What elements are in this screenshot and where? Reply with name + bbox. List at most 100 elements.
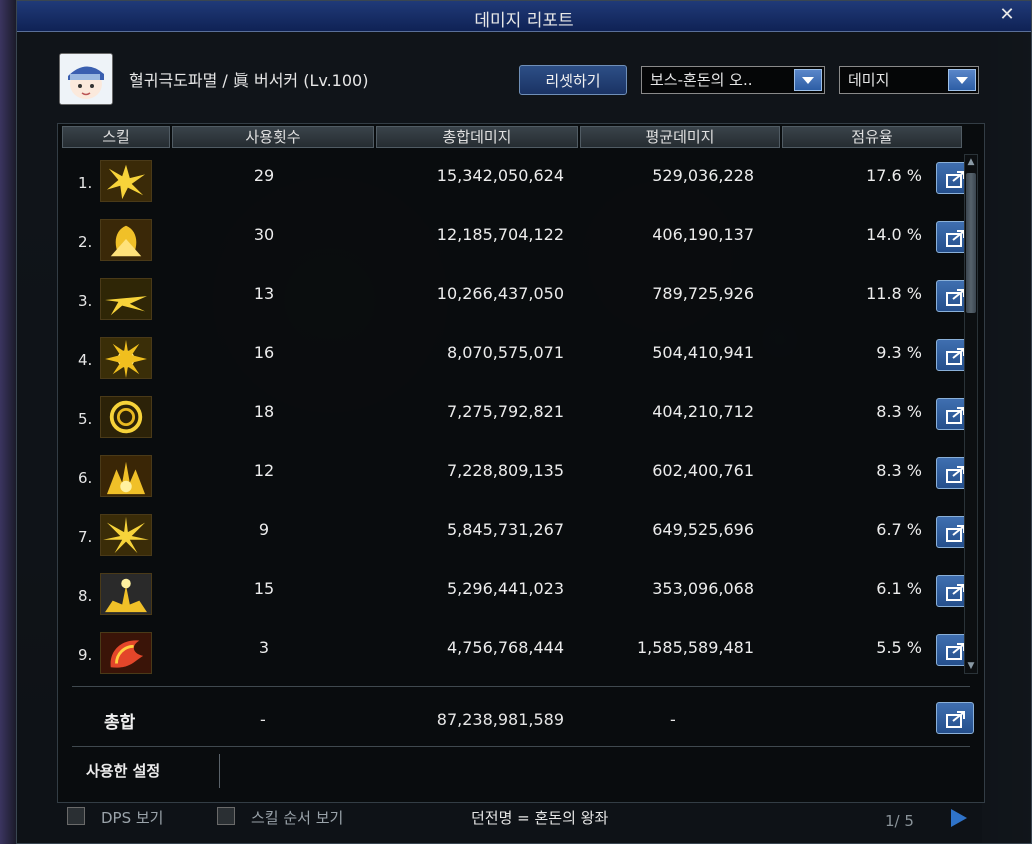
title-bar[interactable]: 데미지 리포트 ✕ bbox=[17, 1, 1031, 32]
chevron-down-icon[interactable] bbox=[948, 69, 976, 91]
row-total-damage: 5,845,731,267 bbox=[446, 520, 564, 539]
scroll-up-icon[interactable]: ▲ bbox=[965, 155, 977, 169]
row-avg-damage: 504,410,941 bbox=[652, 343, 754, 362]
row-index: 4. bbox=[78, 351, 93, 369]
row-share-percent: 11.8 % bbox=[866, 284, 922, 303]
row-avg-damage: 404,210,712 bbox=[652, 402, 754, 421]
row-avg-damage: 353,096,068 bbox=[652, 579, 754, 598]
table-row: 5. 18 7,275,792,821 404,210,712 8.3 % bbox=[58, 388, 974, 446]
row-uses: 30 bbox=[253, 225, 275, 244]
row-index: 1. bbox=[78, 174, 93, 192]
chevron-down-icon[interactable] bbox=[794, 69, 822, 91]
row-avg-damage: 529,036,228 bbox=[652, 166, 754, 185]
summary-avg-damage: - bbox=[670, 710, 676, 729]
damage-table: 스킬 사용횟수 총합데미지 평균데미지 점유율 1. 29 15,342,050,6… bbox=[57, 123, 985, 803]
skill-icon bbox=[100, 160, 152, 202]
share-icon bbox=[946, 711, 965, 728]
table-row: 3. 13 10,266,437,050 789,725,926 11.8 % bbox=[58, 270, 974, 328]
table-row: 1. 29 15,342,050,624 529,036,228 17.6 % bbox=[58, 152, 974, 210]
background-edge-left bbox=[0, 0, 16, 844]
row-total-damage: 7,275,792,821 bbox=[446, 402, 564, 421]
character-name-class: 혈귀극도파멸 / 眞 버서커 (Lv.100) bbox=[129, 71, 369, 90]
used-setting-tab[interactable]: 사용한 설정 bbox=[72, 754, 220, 788]
boss-select[interactable]: 보스-혼돈의 오.. bbox=[641, 66, 825, 94]
damage-report-window: 데미지 리포트 ✕ 혈귀극도파멸 / 眞 버서커 (Lv.100) 리셋하기 보… bbox=[16, 0, 1032, 844]
scroll-down-icon[interactable]: ▼ bbox=[965, 659, 977, 673]
row-total-damage: 7,228,809,135 bbox=[446, 461, 564, 480]
row-avg-damage: 789,725,926 bbox=[652, 284, 754, 303]
row-uses: 18 bbox=[253, 402, 275, 421]
window-title: 데미지 리포트 bbox=[474, 11, 574, 31]
row-total-damage: 10,266,437,050 bbox=[436, 284, 564, 303]
skill-icon bbox=[100, 219, 152, 261]
row-uses: 29 bbox=[253, 166, 275, 185]
row-index: 8. bbox=[78, 587, 93, 605]
row-share-percent: 14.0 % bbox=[866, 225, 922, 244]
row-uses: 9 bbox=[258, 520, 270, 539]
skill-icon bbox=[100, 455, 152, 497]
row-share-percent: 17.6 % bbox=[866, 166, 922, 185]
row-index: 5. bbox=[78, 410, 93, 428]
settings-divider bbox=[72, 746, 970, 747]
table-row: 6. 12 7,228,809,135 602,400,761 8.3 % bbox=[58, 447, 974, 505]
row-uses: 13 bbox=[253, 284, 275, 303]
row-share-percent: 6.7 % bbox=[876, 520, 922, 539]
metric-select-value: 데미지 bbox=[848, 71, 890, 89]
boss-select-value: 보스-혼돈의 오.. bbox=[650, 71, 753, 89]
header-uses: 사용횟수 bbox=[172, 126, 374, 148]
metric-select[interactable]: 데미지 bbox=[839, 66, 979, 94]
skill-icon bbox=[100, 337, 152, 379]
row-total-damage: 4,756,768,444 bbox=[446, 638, 564, 657]
row-total-damage: 5,296,441,023 bbox=[446, 579, 564, 598]
row-avg-damage: 406,190,137 bbox=[652, 225, 754, 244]
dps-checkbox[interactable] bbox=[67, 807, 85, 825]
row-uses: 16 bbox=[253, 343, 275, 362]
close-icon[interactable]: ✕ bbox=[997, 5, 1017, 25]
row-avg-damage: 602,400,761 bbox=[652, 461, 754, 480]
header-total-damage: 총합데미지 bbox=[376, 126, 578, 148]
row-share-percent: 8.3 % bbox=[876, 402, 922, 421]
dungeon-name: 던전명 = 혼돈의 왕좌 bbox=[471, 809, 609, 827]
skill-order-checkbox-label: 스킬 순서 보기 bbox=[251, 809, 344, 827]
row-share-percent: 6.1 % bbox=[876, 579, 922, 598]
row-uses: 12 bbox=[253, 461, 275, 480]
row-index: 2. bbox=[78, 233, 93, 251]
page-indicator: 1/ 5 bbox=[885, 812, 914, 830]
row-index: 7. bbox=[78, 528, 93, 546]
reset-button[interactable]: 리셋하기 bbox=[519, 65, 627, 95]
skill-icon bbox=[100, 396, 152, 438]
scroll-thumb[interactable] bbox=[966, 173, 976, 313]
character-avatar bbox=[59, 53, 113, 105]
skill-icon bbox=[100, 632, 152, 674]
skill-icon bbox=[100, 514, 152, 556]
summary-uses: - bbox=[260, 710, 266, 729]
skill-order-checkbox[interactable] bbox=[217, 807, 235, 825]
skill-icon bbox=[100, 573, 152, 615]
row-share-percent: 5.5 % bbox=[876, 638, 922, 657]
skill-icon bbox=[100, 278, 152, 320]
summary-divider bbox=[72, 686, 970, 687]
table-row: 4. 16 8,070,575,071 504,410,941 9.3 % bbox=[58, 329, 974, 387]
table-header: 스킬 사용횟수 총합데미지 평균데미지 점유율 bbox=[58, 124, 986, 150]
table-row: 2. 30 12,185,704,122 406,190,137 14.0 % bbox=[58, 211, 974, 269]
table-scrollbar[interactable]: ▲ ▼ bbox=[964, 154, 978, 674]
row-uses: 15 bbox=[253, 579, 275, 598]
row-avg-damage: 1,585,589,481 bbox=[636, 638, 754, 657]
row-index: 3. bbox=[78, 292, 93, 310]
summary-share-button[interactable] bbox=[936, 702, 974, 734]
next-page-icon[interactable] bbox=[951, 809, 967, 827]
row-avg-damage: 649,525,696 bbox=[652, 520, 754, 539]
header-share: 점유율 bbox=[782, 126, 962, 148]
table-row: 8. 15 5,296,441,023 353,096,068 6.1 % bbox=[58, 565, 974, 623]
table-row: 9. 3 4,756,768,444 1,585,589,481 5.5 % bbox=[58, 624, 974, 682]
header-skill: 스킬 bbox=[62, 126, 170, 148]
header-avg-damage: 평균데미지 bbox=[580, 126, 780, 148]
row-index: 6. bbox=[78, 469, 93, 487]
row-total-damage: 12,185,704,122 bbox=[436, 225, 564, 244]
dps-checkbox-label: DPS 보기 bbox=[101, 809, 164, 827]
row-uses: 3 bbox=[258, 638, 270, 657]
summary-label: 총합 bbox=[104, 713, 136, 733]
table-row: 7. 9 5,845,731,267 649,525,696 6.7 % bbox=[58, 506, 974, 564]
summary-total-damage: 87,238,981,589 bbox=[436, 710, 564, 729]
row-total-damage: 8,070,575,071 bbox=[446, 343, 564, 362]
